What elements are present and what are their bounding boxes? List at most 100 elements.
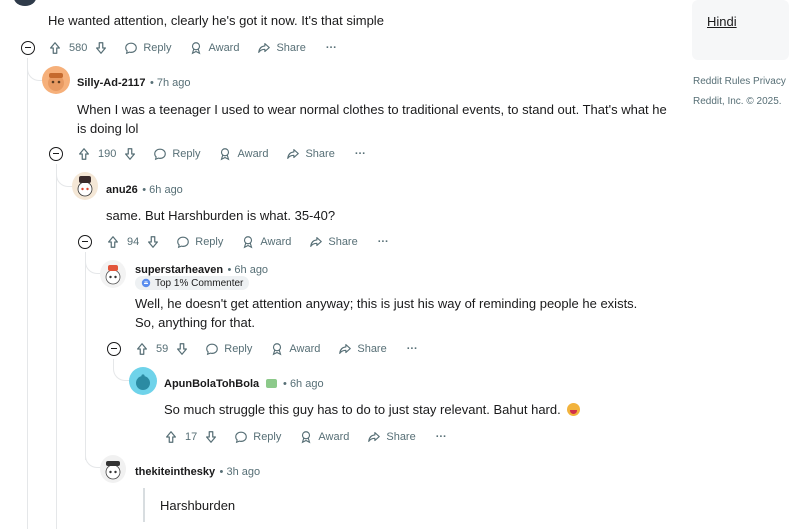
thread-connector [56, 172, 73, 187]
share-icon [368, 432, 381, 442]
reply-icon [206, 343, 219, 356]
collapse-icon[interactable] [78, 235, 92, 249]
comment-text: Well, he doesn't get attention anyway; t… [135, 296, 638, 330]
comment-header: ApunBolaTohBola • 6h ago [164, 374, 324, 392]
comment-actions: 17 Reply Award Share ··· [164, 427, 447, 447]
award-icon [272, 343, 282, 356]
timestamp[interactable]: • 3h ago [220, 466, 261, 478]
comment-text: He wanted attention, clearly he's got it… [48, 13, 384, 28]
share-button[interactable]: Share [367, 430, 416, 444]
comment-header: anu26 • 6h ago [106, 180, 183, 198]
upvote-button[interactable] [106, 235, 120, 249]
downvote-button[interactable] [204, 430, 218, 444]
collapse-icon[interactable] [49, 147, 63, 161]
upvote-button[interactable] [77, 147, 91, 161]
avatar[interactable] [100, 260, 126, 288]
downvote-icon [96, 42, 107, 54]
more-options-button[interactable]: ··· [378, 236, 389, 248]
username[interactable]: superstarheaven [135, 264, 223, 276]
share-icon [287, 149, 300, 159]
more-options-button[interactable]: ··· [326, 42, 337, 54]
comment-body: So much struggle this guy has to do to j… [164, 402, 561, 417]
award-icon [301, 431, 311, 444]
award-icon [243, 236, 253, 249]
more-options-button[interactable]: ··· [436, 431, 447, 443]
timestamp[interactable]: • 6h ago [228, 264, 269, 276]
downvote-button[interactable] [94, 41, 108, 55]
downvote-button[interactable] [175, 342, 189, 356]
collapse-icon[interactable] [107, 342, 121, 356]
share-icon [310, 237, 323, 247]
comment-text: When I was a teenager I used to wear nor… [77, 102, 667, 136]
thread-line-level1[interactable] [56, 164, 57, 529]
more-options-button[interactable]: ··· [407, 343, 418, 355]
reply-button[interactable]: Reply [205, 342, 252, 356]
more-options-button[interactable]: ··· [355, 148, 366, 160]
avatar[interactable] [129, 367, 157, 395]
comment-actions: 580 Reply Award Share ··· [48, 38, 337, 58]
reply-icon [235, 431, 248, 444]
comment-text: same. But Harshburden is what. 35-40? [106, 208, 336, 223]
vote-count: 59 [156, 343, 169, 355]
vote-count: 94 [127, 236, 140, 248]
user-flair-icon [265, 379, 277, 388]
snoo-avatar-icon [105, 461, 121, 480]
username[interactable]: thekiteinthesky [135, 466, 215, 478]
award-icon [221, 148, 230, 161]
thread-line-level0[interactable] [27, 58, 28, 529]
username[interactable]: Silly-Ad-2117 [77, 77, 145, 89]
thread-line-level2[interactable] [85, 252, 86, 460]
avatar[interactable] [72, 172, 98, 200]
reply-button[interactable]: Reply [176, 235, 223, 249]
language-link-hindi[interactable]: Hindi [707, 14, 737, 29]
quoted-text: Harshburden [160, 498, 236, 513]
thread-connector [113, 366, 130, 381]
upvote-icon [137, 343, 147, 355]
downvote-button[interactable] [146, 235, 160, 249]
reply-button[interactable]: Reply [124, 41, 171, 55]
collapse-icon[interactable] [21, 41, 35, 55]
downvote-icon [177, 343, 188, 355]
comment-actions: 59 Reply Award Share ··· [135, 339, 418, 359]
share-button[interactable]: Share [309, 235, 358, 249]
downvote-button[interactable] [123, 147, 137, 161]
flair-badge: Top 1% Commenter [135, 276, 250, 290]
reply-icon [125, 42, 138, 55]
laughing-emoji-icon [567, 403, 581, 416]
award-button[interactable]: Award [299, 430, 349, 444]
top-commenter-icon [141, 278, 151, 288]
upvote-button[interactable] [48, 41, 62, 55]
award-button[interactable]: Award [270, 342, 320, 356]
comment-header: thekiteinthesky • 3h ago [135, 462, 260, 480]
upvote-button[interactable] [135, 342, 149, 356]
reply-icon [177, 236, 190, 249]
downvote-icon [148, 236, 159, 248]
upvote-button[interactable] [164, 430, 178, 444]
timestamp[interactable]: • 7h ago [150, 77, 191, 89]
reply-button[interactable]: Reply [153, 147, 200, 161]
snoo-avatar-icon [48, 73, 64, 91]
timestamp[interactable]: • 6h ago [283, 378, 324, 390]
upvote-icon [108, 236, 118, 248]
award-icon [192, 42, 201, 55]
award-button[interactable]: Award [241, 235, 291, 249]
share-button[interactable]: Share [286, 147, 335, 161]
award-button[interactable]: Award [189, 41, 239, 55]
footer-links[interactable]: Reddit Rules Privacy [693, 76, 786, 87]
blockquote-bar [143, 488, 145, 522]
avatar[interactable] [42, 66, 70, 94]
username[interactable]: ApunBolaTohBola [164, 378, 259, 390]
reply-button[interactable]: Reply [234, 430, 281, 444]
award-button[interactable]: Award [218, 147, 268, 161]
share-button[interactable]: Share [257, 41, 306, 55]
comment-actions: 94 Reply Award Share ··· [106, 232, 389, 252]
username[interactable]: anu26 [106, 184, 138, 196]
vote-count: 190 [98, 148, 117, 160]
share-icon [339, 344, 352, 354]
upvote-icon [50, 42, 60, 54]
share-icon [258, 43, 271, 53]
share-button[interactable]: Share [338, 342, 387, 356]
timestamp[interactable]: • 6h ago [142, 184, 183, 196]
avatar[interactable] [100, 455, 126, 483]
avatar[interactable] [14, 0, 36, 6]
